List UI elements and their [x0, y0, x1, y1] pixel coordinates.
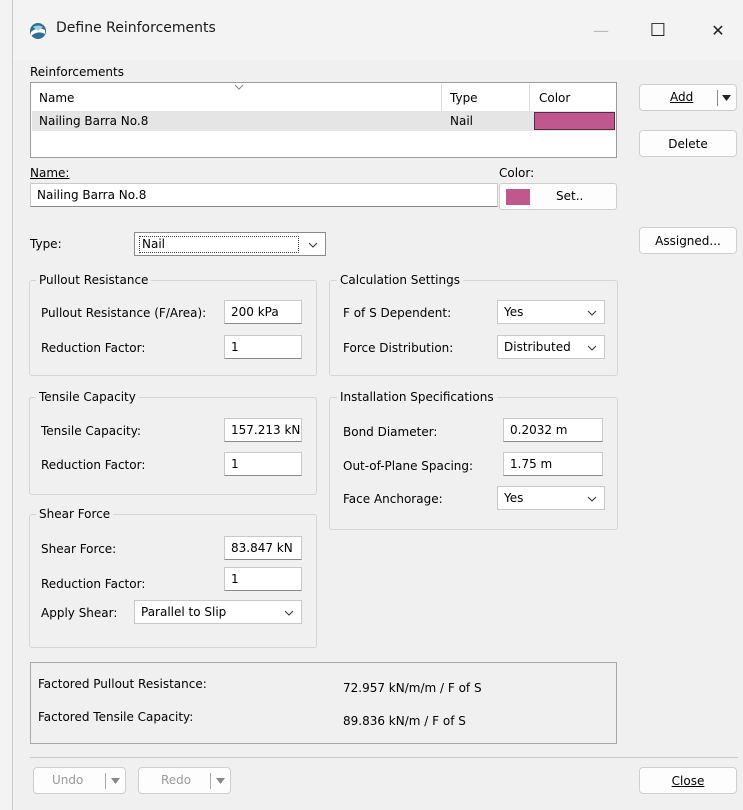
tensile-reduction-label: Reduction Factor:	[41, 458, 146, 472]
shear-force-label: Shear Force:	[41, 542, 117, 556]
close-window-button[interactable]: ✕	[701, 16, 735, 44]
factored-tensile-value: 89.836 kN/m / F of S	[343, 714, 466, 728]
split-divider	[105, 773, 106, 789]
pullout-resistance-group	[29, 280, 317, 376]
column-divider	[529, 84, 530, 111]
pullout-resistance-input[interactable]: 200 kPa	[224, 300, 302, 324]
fos-dependent-select[interactable]: Yes	[497, 300, 605, 324]
face-anchorage-label: Face Anchorage:	[343, 492, 443, 506]
dropdown-arrow-icon[interactable]	[722, 95, 731, 101]
type-label: Type:	[30, 237, 62, 251]
type-select-value: Nail	[139, 236, 299, 253]
fos-dependent-value: Yes	[504, 305, 524, 319]
name-input[interactable]: Nailing Barra No.8	[30, 183, 498, 207]
face-anchorage-value: Yes	[504, 491, 524, 505]
force-distribution-select[interactable]: Distributed	[497, 335, 605, 359]
name-label: Name:	[30, 166, 69, 180]
out-of-plane-spacing-label: Out-of-Plane Spacing:	[343, 459, 474, 473]
undo-button-label: Undo	[52, 773, 84, 787]
column-header-type[interactable]: Type	[450, 91, 478, 105]
title-bar: Define Reinforcements — ☐ ✕	[13, 0, 743, 60]
pullout-resistance-title: Pullout Resistance	[36, 273, 152, 287]
assigned-button-label: Assigned...	[655, 233, 721, 248]
force-distribution-value: Distributed	[504, 340, 571, 354]
installation-specifications-title: Installation Specifications	[337, 390, 497, 404]
close-button-label: Close	[671, 773, 705, 788]
set-color-button[interactable]: Set..	[499, 183, 617, 210]
dropdown-arrow-icon[interactable]	[111, 778, 120, 784]
shear-reduction-input[interactable]: 1	[224, 567, 302, 591]
shear-reduction-label: Reduction Factor:	[41, 577, 146, 591]
pullout-resistance-label: Pullout Resistance (F/Area):	[41, 306, 207, 320]
close-button[interactable]: Close	[639, 767, 737, 794]
type-select[interactable]: Nail	[134, 232, 326, 256]
redo-button-label: Redo	[161, 773, 192, 787]
tensile-capacity-group	[29, 397, 317, 495]
maximize-icon: ☐	[649, 19, 667, 41]
add-button-label: Add	[670, 90, 694, 104]
set-button-label: Set..	[556, 189, 584, 203]
apply-shear-select[interactable]: Parallel to Slip	[134, 600, 302, 624]
pullout-reduction-label: Reduction Factor:	[41, 341, 146, 355]
define-reinforcements-dialog: Define Reinforcements — ☐ ✕ Reinforcemen…	[12, 0, 743, 810]
factored-summary-box	[30, 662, 617, 744]
dropdown-arrow-icon[interactable]	[216, 778, 225, 784]
apply-shear-value: Parallel to Slip	[141, 605, 227, 619]
add-button[interactable]: Add	[639, 84, 737, 111]
shear-force-input[interactable]: 83.847 kN	[224, 536, 302, 560]
column-divider	[441, 84, 442, 111]
minimize-button[interactable]: —	[584, 16, 618, 44]
window-title: Define Reinforcements	[56, 20, 216, 36]
fos-dependent-label: F of S Dependent:	[343, 306, 452, 320]
calculation-settings-title: Calculation Settings	[337, 273, 463, 287]
name-label-text: Name:	[30, 166, 70, 180]
factored-pullout-label: Factored Pullout Resistance:	[38, 677, 207, 691]
assigned-button[interactable]: Assigned...	[639, 227, 737, 254]
minimize-icon: —	[593, 20, 609, 40]
list-header: Name Type Color	[32, 84, 615, 111]
reinforcement-name-cell: Nailing Barra No.8	[39, 114, 149, 128]
close-icon: ✕	[711, 20, 725, 40]
redo-button[interactable]: Redo	[138, 767, 231, 794]
delete-button-label: Delete	[668, 136, 708, 151]
column-header-name[interactable]: Name	[39, 91, 74, 105]
chevron-down-icon	[284, 610, 294, 616]
color-label: Color:	[499, 166, 535, 180]
pullout-reduction-input[interactable]: 1	[224, 335, 302, 359]
reinforcements-label: Reinforcements	[30, 65, 124, 79]
chevron-down-icon	[587, 345, 597, 351]
list-item[interactable]: Nailing Barra No.8 Nail	[32, 111, 615, 131]
shear-force-title: Shear Force	[36, 507, 114, 521]
delete-button[interactable]: Delete	[639, 130, 737, 157]
maximize-button[interactable]: ☐	[641, 16, 675, 44]
color-preview-swatch	[506, 189, 530, 205]
reinforcement-type-cell: Nail	[450, 114, 473, 128]
calculation-settings-group	[329, 280, 618, 376]
column-header-color[interactable]: Color	[539, 91, 570, 105]
undo-button[interactable]: Undo	[33, 767, 126, 794]
force-distribution-label: Force Distribution:	[343, 341, 454, 355]
chevron-down-icon	[308, 242, 318, 248]
split-divider	[717, 90, 718, 106]
bond-diameter-input[interactable]: 0.2032 m	[503, 418, 603, 442]
reinforcements-list[interactable]: Name Type Color Nailing Barra No.8 Nail	[30, 82, 617, 158]
apply-shear-label: Apply Shear:	[41, 606, 118, 620]
out-of-plane-spacing-input[interactable]: 1.75 m	[503, 452, 603, 476]
bond-diameter-label: Bond Diameter:	[343, 425, 438, 439]
sort-chevron-icon	[234, 84, 244, 90]
tensile-capacity-title: Tensile Capacity	[36, 390, 139, 404]
bottom-divider	[30, 757, 738, 758]
factored-pullout-value: 72.957 kN/m/m / F of S	[343, 681, 482, 695]
reinforcement-color-swatch	[534, 112, 615, 130]
chevron-down-icon	[587, 310, 597, 316]
tensile-reduction-input[interactable]: 1	[224, 452, 302, 476]
factored-tensile-label: Factored Tensile Capacity:	[38, 710, 194, 724]
tensile-capacity-label: Tensile Capacity:	[41, 424, 142, 438]
split-divider	[210, 773, 211, 789]
tensile-capacity-input[interactable]: 157.213 kN	[224, 418, 302, 442]
app-logo-icon	[30, 23, 46, 39]
chevron-down-icon	[587, 496, 597, 502]
face-anchorage-select[interactable]: Yes	[497, 486, 605, 510]
